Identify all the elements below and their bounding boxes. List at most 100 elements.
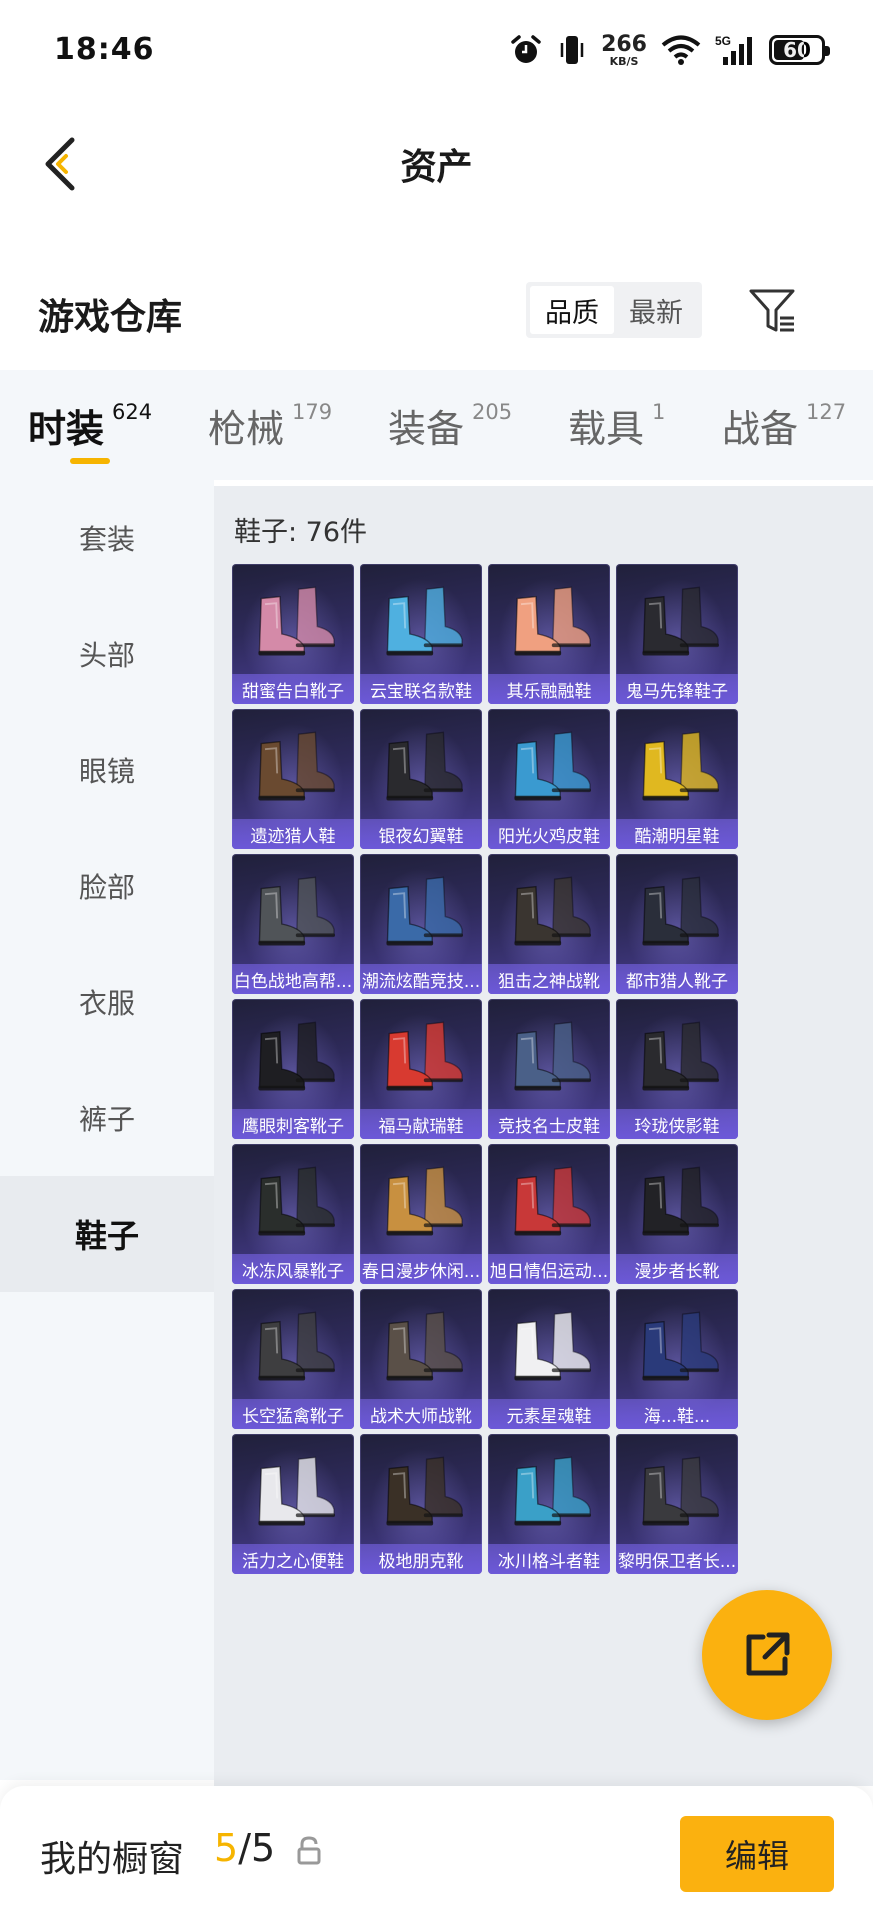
- item-card[interactable]: 都市猎人靴子: [616, 854, 738, 994]
- shoe-icon: [258, 586, 335, 656]
- item-card[interactable]: 遗迹猎人鞋: [232, 709, 354, 849]
- item-card[interactable]: 潮流炫酷竞技...: [360, 854, 482, 994]
- item-card[interactable]: 冰冻风暴靴子: [232, 1144, 354, 1284]
- sidebar-item-pants[interactable]: 裤子: [0, 1060, 214, 1176]
- shoe-icon: [386, 731, 463, 801]
- sort-toggle: 品质 最新: [526, 282, 702, 338]
- item-name: 云宝联名款鞋: [360, 674, 482, 704]
- vibrate-icon: [557, 33, 587, 67]
- item-name: 黎明保卫者长...: [616, 1544, 738, 1574]
- category-tabs: 时装 624 枪械 179 装备 205 载具 1 战备 127: [0, 370, 873, 480]
- item-card[interactable]: 竞技名士皮鞋: [488, 999, 610, 1139]
- item-card[interactable]: 云宝联名款鞋: [360, 564, 482, 704]
- tab-equipment[interactable]: 装备 205: [388, 398, 512, 453]
- item-name: 狙击之神战靴: [488, 964, 610, 994]
- shoe-icon: [642, 1311, 719, 1381]
- item-card[interactable]: 阳光火鸡皮鞋: [488, 709, 610, 849]
- tab-active-indicator: [70, 458, 110, 464]
- shoe-icon: [386, 1021, 463, 1091]
- shoe-icon: [514, 1166, 591, 1236]
- item-name: 冰冻风暴靴子: [232, 1254, 354, 1284]
- showcase-label: 我的橱窗: [40, 1839, 185, 1880]
- shoe-icon: [642, 876, 719, 946]
- item-card[interactable]: 海...鞋...: [616, 1289, 738, 1429]
- svg-text:5G: 5G: [715, 34, 731, 48]
- item-name: 福马献瑞鞋: [360, 1109, 482, 1139]
- item-card[interactable]: 白色战地高帮...: [232, 854, 354, 994]
- item-card[interactable]: 福马献瑞鞋: [360, 999, 482, 1139]
- wifi-icon: [661, 34, 701, 66]
- status-icons: 266 KB/S 5G 60: [509, 28, 830, 72]
- alarm-icon: [509, 33, 543, 67]
- shoe-icon: [386, 1311, 463, 1381]
- item-card[interactable]: 战术大师战靴: [360, 1289, 482, 1429]
- shoe-icon: [258, 731, 335, 801]
- item-name: 旭日情侣运动...: [488, 1254, 610, 1284]
- bottom-bar: 我的橱窗 5/5 编辑: [0, 1786, 873, 1920]
- status-bar: 18:46 266 KB/S 5G 60: [0, 0, 873, 100]
- status-time: 18:46: [54, 32, 155, 67]
- item-card[interactable]: 旭日情侣运动...: [488, 1144, 610, 1284]
- shoe-icon: [258, 1166, 335, 1236]
- item-name: 长空猛禽靴子: [232, 1399, 354, 1429]
- item-card[interactable]: 黎明保卫者长...: [616, 1434, 738, 1574]
- cellular-signal-icon: 5G: [715, 33, 755, 67]
- item-name: 漫步者长靴: [616, 1254, 738, 1284]
- sort-quality-button[interactable]: 品质: [530, 286, 614, 334]
- shoe-icon: [514, 1311, 591, 1381]
- net-speed: 266 KB/S: [601, 31, 647, 68]
- item-card[interactable]: 玲珑侠影鞋: [616, 999, 738, 1139]
- section-title: 游戏仓库: [38, 297, 183, 338]
- shoe-icon: [642, 731, 719, 801]
- item-count-label: 鞋子: 76件: [234, 517, 368, 548]
- shoe-icon: [386, 1166, 463, 1236]
- item-name: 活力之心便鞋: [232, 1544, 354, 1574]
- item-card[interactable]: 元素星魂鞋: [488, 1289, 610, 1429]
- item-card[interactable]: 春日漫步休闲...: [360, 1144, 482, 1284]
- shoe-icon: [386, 1456, 463, 1526]
- item-card[interactable]: 狙击之神战靴: [488, 854, 610, 994]
- shoe-icon: [514, 731, 591, 801]
- item-card[interactable]: 甜蜜告白靴子: [232, 564, 354, 704]
- item-name: 玲珑侠影鞋: [616, 1109, 738, 1139]
- shoe-icon: [386, 876, 463, 946]
- sidebar-item-head[interactable]: 头部: [0, 596, 214, 712]
- sidebar-item-outfits[interactable]: 套装: [0, 480, 214, 596]
- sidebar-item-face[interactable]: 脸部: [0, 828, 214, 944]
- item-card[interactable]: 银夜幻翼鞋: [360, 709, 482, 849]
- filter-icon: [749, 289, 795, 332]
- item-card[interactable]: 鹰眼刺客靴子: [232, 999, 354, 1139]
- item-card[interactable]: 漫步者长靴: [616, 1144, 738, 1284]
- item-card[interactable]: 活力之心便鞋: [232, 1434, 354, 1574]
- item-card[interactable]: 其乐融融鞋: [488, 564, 610, 704]
- item-name: 战术大师战靴: [360, 1399, 482, 1429]
- item-name: 竞技名士皮鞋: [488, 1109, 610, 1139]
- item-name: 元素星魂鞋: [488, 1399, 610, 1429]
- header: 资产: [0, 120, 873, 210]
- sort-newest-button[interactable]: 最新: [614, 286, 698, 334]
- item-card[interactable]: 酷潮明星鞋: [616, 709, 738, 849]
- shoe-icon: [514, 1456, 591, 1526]
- sidebar: 套装 头部 眼镜 脸部 衣服 裤子 鞋子: [0, 480, 214, 1780]
- item-card[interactable]: 极地朋克靴: [360, 1434, 482, 1574]
- item-card[interactable]: 冰川格斗者鞋: [488, 1434, 610, 1574]
- sidebar-item-shoes[interactable]: 鞋子: [0, 1176, 214, 1292]
- share-button[interactable]: [702, 1590, 832, 1720]
- tab-vehicles[interactable]: 载具 1: [568, 398, 665, 453]
- shoe-icon: [642, 1166, 719, 1236]
- tab-supplies[interactable]: 战备 127: [722, 398, 846, 453]
- tab-weapons[interactable]: 枪械 179: [208, 398, 332, 453]
- item-name: 鹰眼刺客靴子: [232, 1109, 354, 1139]
- shoe-icon: [258, 1311, 335, 1381]
- sidebar-item-glasses[interactable]: 眼镜: [0, 712, 214, 828]
- item-name: 春日漫步休闲...: [360, 1254, 482, 1284]
- item-name: 鬼马先锋鞋子: [616, 674, 738, 704]
- item-card[interactable]: 鬼马先锋鞋子: [616, 564, 738, 704]
- filter-button[interactable]: [744, 286, 800, 336]
- tab-fashion[interactable]: 时装 624: [28, 398, 152, 453]
- section-title-row: 游戏仓库 品质 最新: [0, 280, 873, 350]
- item-name: 极地朋克靴: [360, 1544, 482, 1574]
- sidebar-item-clothes[interactable]: 衣服: [0, 944, 214, 1060]
- item-card[interactable]: 长空猛禽靴子: [232, 1289, 354, 1429]
- edit-button[interactable]: 编辑: [680, 1816, 834, 1892]
